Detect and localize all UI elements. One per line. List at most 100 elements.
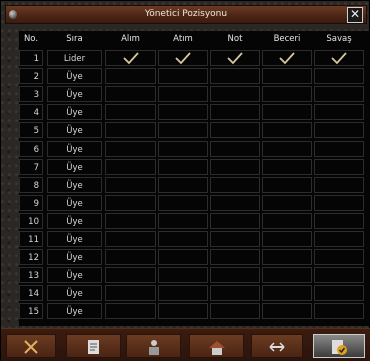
permission-not-cell[interactable]	[210, 140, 260, 157]
permission-beceri-cell[interactable]	[262, 303, 312, 320]
close-button[interactable]: ✕	[347, 7, 363, 23]
write-note-button[interactable]	[66, 334, 121, 358]
rank-name-cell[interactable]: Lider	[47, 50, 102, 66]
permission-savas-cell[interactable]	[314, 158, 364, 175]
permission-not-cell[interactable]	[210, 212, 260, 229]
permission-atim-cell[interactable]	[158, 140, 208, 157]
permission-savas-cell[interactable]	[314, 140, 364, 157]
permission-not-cell[interactable]	[210, 285, 260, 302]
permission-savas-cell[interactable]	[314, 194, 364, 211]
war-button[interactable]	[251, 334, 303, 358]
permission-atim-cell[interactable]	[158, 86, 208, 103]
permission-alim-cell[interactable]	[105, 249, 156, 266]
permission-not-cell[interactable]	[210, 122, 260, 139]
rank-name-cell[interactable]: Üye	[47, 176, 102, 193]
permission-not-cell[interactable]	[210, 158, 260, 175]
permission-beceri-cell[interactable]	[262, 194, 312, 211]
table-row: 15 Üye	[19, 302, 370, 320]
rank-name-cell[interactable]: Üye	[47, 104, 102, 121]
permission-alim-cell[interactable]	[105, 122, 156, 139]
permission-atim-cell[interactable]	[158, 68, 208, 85]
checkmark-icon	[175, 52, 191, 65]
cancel-button[interactable]	[6, 334, 56, 358]
permission-not-cell[interactable]	[210, 194, 260, 211]
permission-alim-cell[interactable]	[105, 68, 156, 85]
permission-alim-cell[interactable]	[105, 212, 156, 229]
permission-beceri-cell[interactable]	[262, 267, 312, 284]
permission-atim-cell[interactable]	[158, 104, 208, 121]
permission-alim-cell[interactable]	[105, 285, 156, 302]
permission-savas-cell[interactable]	[314, 68, 364, 85]
permission-beceri-cell[interactable]	[262, 86, 312, 103]
permission-not-cell[interactable]	[210, 86, 260, 103]
permission-atim-cell[interactable]	[158, 50, 208, 66]
permission-beceri-cell[interactable]	[262, 249, 312, 266]
guild-house-button[interactable]	[189, 334, 244, 358]
rank-name-cell[interactable]: Üye	[47, 249, 102, 266]
rank-name-cell[interactable]: Üye	[47, 267, 102, 284]
permission-beceri-cell[interactable]	[262, 104, 312, 121]
permission-savas-cell[interactable]	[314, 212, 364, 229]
permission-atim-cell[interactable]	[158, 176, 208, 193]
permission-beceri-cell[interactable]	[262, 231, 312, 247]
permission-atim-cell[interactable]	[158, 231, 208, 247]
permission-not-cell[interactable]	[210, 50, 260, 66]
permission-not-cell[interactable]	[210, 249, 260, 266]
permission-atim-cell[interactable]	[158, 122, 208, 139]
title-bar[interactable]: Yönetici Pozisyonu	[5, 5, 367, 24]
permission-alim-cell[interactable]	[105, 231, 156, 247]
permission-not-cell[interactable]	[210, 231, 260, 247]
permission-not-cell[interactable]	[210, 176, 260, 193]
permission-alim-cell[interactable]	[105, 50, 156, 66]
permission-atim-cell[interactable]	[158, 249, 208, 266]
permission-alim-cell[interactable]	[105, 303, 156, 320]
permission-savas-cell[interactable]	[314, 231, 364, 247]
grade-button[interactable]	[313, 334, 365, 358]
permission-beceri-cell[interactable]	[262, 50, 312, 66]
permission-alim-cell[interactable]	[105, 194, 156, 211]
permission-alim-cell[interactable]	[105, 104, 156, 121]
permission-beceri-cell[interactable]	[262, 176, 312, 193]
permission-alim-cell[interactable]	[105, 140, 156, 157]
permission-not-cell[interactable]	[210, 68, 260, 85]
rank-name-cell[interactable]: Üye	[47, 158, 102, 175]
rank-name-cell[interactable]: Üye	[47, 303, 102, 320]
permission-atim-cell[interactable]	[158, 267, 208, 284]
permission-savas-cell[interactable]	[314, 249, 364, 266]
rank-name-cell[interactable]: Üye	[47, 140, 102, 157]
rank-name-cell[interactable]: Üye	[47, 231, 102, 247]
permission-alim-cell[interactable]	[105, 158, 156, 175]
permission-alim-cell[interactable]	[105, 86, 156, 103]
permission-savas-cell[interactable]	[314, 50, 364, 66]
permission-savas-cell[interactable]	[314, 285, 364, 302]
permission-beceri-cell[interactable]	[262, 140, 312, 157]
permission-beceri-cell[interactable]	[262, 68, 312, 85]
permission-beceri-cell[interactable]	[262, 212, 312, 229]
permission-savas-cell[interactable]	[314, 303, 364, 320]
permission-beceri-cell[interactable]	[262, 158, 312, 175]
permission-savas-cell[interactable]	[314, 122, 364, 139]
permission-atim-cell[interactable]	[158, 303, 208, 320]
rank-name-cell[interactable]: Üye	[47, 212, 102, 229]
permission-alim-cell[interactable]	[105, 176, 156, 193]
rank-name-cell[interactable]: Üye	[47, 122, 102, 139]
permission-not-cell[interactable]	[210, 303, 260, 320]
permission-atim-cell[interactable]	[158, 194, 208, 211]
rank-name-cell[interactable]: Üye	[47, 285, 102, 302]
rank-name-cell[interactable]: Üye	[47, 194, 102, 211]
permission-beceri-cell[interactable]	[262, 285, 312, 302]
permission-savas-cell[interactable]	[314, 86, 364, 103]
permission-not-cell[interactable]	[210, 267, 260, 284]
permission-savas-cell[interactable]	[314, 267, 364, 284]
permission-savas-cell[interactable]	[314, 176, 364, 193]
permission-savas-cell[interactable]	[314, 104, 364, 121]
permission-beceri-cell[interactable]	[262, 122, 312, 139]
permission-alim-cell[interactable]	[105, 267, 156, 284]
members-button[interactable]	[126, 334, 181, 358]
rank-name-cell[interactable]: Üye	[47, 86, 102, 103]
permission-atim-cell[interactable]	[158, 158, 208, 175]
permission-atim-cell[interactable]	[158, 212, 208, 229]
permission-not-cell[interactable]	[210, 104, 260, 121]
permission-atim-cell[interactable]	[158, 285, 208, 302]
rank-name-cell[interactable]: Üye	[47, 68, 102, 85]
